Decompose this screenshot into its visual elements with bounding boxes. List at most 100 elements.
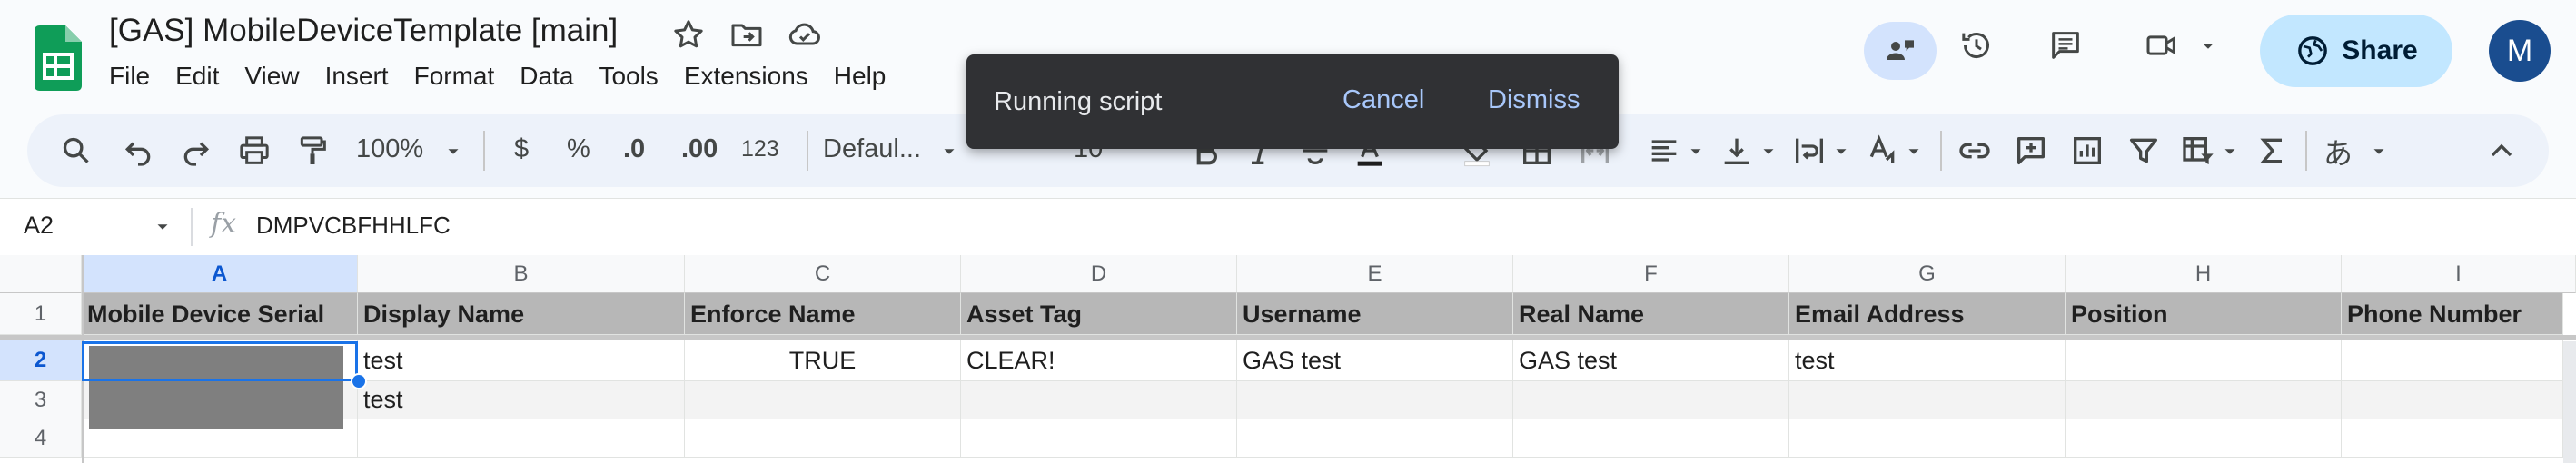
header-cell[interactable]: Asset Tag bbox=[961, 293, 1237, 335]
table-cell[interactable]: test bbox=[1789, 340, 2066, 381]
input-tools-chevron-icon[interactable] bbox=[2369, 142, 2389, 162]
row-header-4[interactable]: 4 bbox=[0, 419, 82, 458]
table-cell[interactable] bbox=[685, 419, 961, 458]
percent-format-button[interactable]: % bbox=[567, 134, 590, 164]
header-cell[interactable]: Username bbox=[1237, 293, 1513, 335]
search-menus-icon[interactable] bbox=[58, 133, 94, 169]
menu-tools[interactable]: Tools bbox=[599, 62, 658, 91]
table-cell[interactable] bbox=[1789, 419, 2066, 458]
currency-format-button[interactable]: $ bbox=[514, 134, 529, 164]
star-icon[interactable] bbox=[670, 16, 707, 53]
font-chevron-icon[interactable] bbox=[939, 142, 959, 162]
more-formats-button[interactable]: 123 bbox=[741, 136, 779, 163]
column-header-f[interactable]: F bbox=[1513, 255, 1789, 293]
table-cell[interactable] bbox=[2342, 419, 2563, 458]
table-cell[interactable]: CLEAR! bbox=[961, 340, 1237, 381]
input-tools-button[interactable]: あ bbox=[2323, 131, 2353, 172]
menu-insert[interactable]: Insert bbox=[325, 62, 389, 91]
avatar[interactable]: M bbox=[2489, 20, 2551, 82]
redo-icon[interactable] bbox=[178, 133, 214, 169]
table-cell[interactable]: test bbox=[358, 381, 685, 419]
cloud-status-icon[interactable] bbox=[787, 16, 823, 53]
table-cell[interactable] bbox=[2066, 340, 2342, 381]
functions-icon[interactable] bbox=[2254, 133, 2291, 169]
menu-data[interactable]: Data bbox=[520, 62, 573, 91]
name-box-chevron-icon[interactable] bbox=[153, 217, 173, 237]
table-cell[interactable] bbox=[2066, 419, 2342, 458]
text-wrapping-chevron-icon[interactable] bbox=[1831, 142, 1851, 162]
vertical-align-chevron-icon[interactable] bbox=[1759, 142, 1778, 162]
insert-comment-icon[interactable] bbox=[2013, 133, 2049, 169]
text-rotation-chevron-icon[interactable] bbox=[1904, 142, 1924, 162]
table-cell[interactable] bbox=[1513, 419, 1789, 458]
collapse-menus-icon[interactable] bbox=[2483, 133, 2520, 169]
vertical-scrollbar[interactable] bbox=[2563, 341, 2576, 463]
table-cell[interactable]: TRUE bbox=[685, 340, 961, 381]
select-all-corner[interactable] bbox=[0, 255, 82, 293]
header-cell[interactable]: Enforce Name bbox=[685, 293, 961, 335]
font-select[interactable]: Defaul... bbox=[823, 134, 921, 164]
sheets-logo[interactable] bbox=[35, 25, 82, 91]
header-cell[interactable]: Email Address bbox=[1789, 293, 2066, 335]
vertical-align-icon[interactable] bbox=[1719, 133, 1755, 169]
snackbar-cancel-button[interactable]: Cancel bbox=[1342, 85, 1424, 115]
increase-decimal-button[interactable]: .00 bbox=[681, 134, 718, 164]
fill-handle[interactable] bbox=[351, 373, 367, 389]
undo-icon[interactable] bbox=[120, 133, 156, 169]
column-header-b[interactable]: B bbox=[358, 255, 685, 293]
align-chevron-icon[interactable] bbox=[1686, 142, 1706, 162]
align-left-icon[interactable] bbox=[1646, 133, 1682, 169]
column-header-d[interactable]: D bbox=[961, 255, 1237, 293]
column-header-g[interactable]: G bbox=[1789, 255, 2066, 293]
table-cell[interactable]: test bbox=[358, 340, 685, 381]
header-cell[interactable]: Real Name bbox=[1513, 293, 1789, 335]
name-box[interactable]: A2 bbox=[24, 212, 54, 240]
menu-format[interactable]: Format bbox=[414, 62, 495, 91]
table-cell[interactable] bbox=[1237, 419, 1513, 458]
table-cell[interactable] bbox=[961, 381, 1237, 419]
comments-icon[interactable] bbox=[2047, 27, 2084, 64]
column-header-e[interactable]: E bbox=[1237, 255, 1513, 293]
column-header-h[interactable]: H bbox=[2066, 255, 2342, 293]
document-title[interactable]: [GAS] MobileDeviceTemplate [main] bbox=[109, 13, 618, 49]
table-cell[interactable] bbox=[2342, 340, 2563, 381]
menu-view[interactable]: View bbox=[244, 62, 299, 91]
table-cell[interactable] bbox=[961, 419, 1237, 458]
header-cell[interactable]: Phone Number bbox=[2342, 293, 2563, 335]
decrease-decimal-button[interactable]: .0 bbox=[623, 134, 645, 164]
table-cell[interactable] bbox=[1789, 381, 2066, 419]
menu-file[interactable]: File bbox=[109, 62, 150, 91]
filter-views-icon[interactable] bbox=[2180, 133, 2216, 169]
column-header-i[interactable]: I bbox=[2342, 255, 2576, 293]
print-icon[interactable] bbox=[236, 133, 272, 169]
filter-icon[interactable] bbox=[2125, 133, 2162, 169]
chevron-down-icon[interactable] bbox=[2198, 36, 2218, 56]
move-to-folder-icon[interactable] bbox=[728, 16, 765, 53]
row-header-2[interactable]: 2 bbox=[0, 340, 82, 381]
row-header-1[interactable]: 1 bbox=[0, 293, 82, 335]
text-rotation-icon[interactable] bbox=[1864, 133, 1900, 169]
frozen-row-divider[interactable] bbox=[0, 335, 2576, 340]
table-cell[interactable] bbox=[1237, 381, 1513, 419]
text-wrapping-icon[interactable] bbox=[1791, 133, 1828, 169]
header-cell[interactable]: Position bbox=[2066, 293, 2342, 335]
table-cell[interactable] bbox=[2342, 381, 2563, 419]
zoom-chevron-icon[interactable] bbox=[443, 142, 463, 162]
table-cell[interactable] bbox=[1513, 381, 1789, 419]
table-cell[interactable] bbox=[2066, 381, 2342, 419]
header-cell[interactable]: Mobile Device Serial bbox=[82, 293, 358, 335]
video-call-icon[interactable] bbox=[2144, 27, 2180, 64]
version-history-icon[interactable] bbox=[1958, 27, 1995, 64]
menu-extensions[interactable]: Extensions bbox=[684, 62, 808, 91]
header-cell[interactable]: Display Name bbox=[358, 293, 685, 335]
insert-link-icon[interactable] bbox=[1957, 133, 1993, 169]
snackbar-dismiss-button[interactable]: Dismiss bbox=[1488, 85, 1580, 115]
column-header-a[interactable]: A bbox=[82, 255, 358, 293]
column-header-c[interactable]: C bbox=[685, 255, 961, 293]
menu-help[interactable]: Help bbox=[834, 62, 887, 91]
table-cell[interactable] bbox=[358, 419, 685, 458]
table-cell[interactable]: GAS test bbox=[1237, 340, 1513, 381]
zoom-select[interactable]: 100% bbox=[356, 134, 423, 164]
share-button[interactable]: Share bbox=[2260, 15, 2452, 87]
menu-edit[interactable]: Edit bbox=[175, 62, 219, 91]
